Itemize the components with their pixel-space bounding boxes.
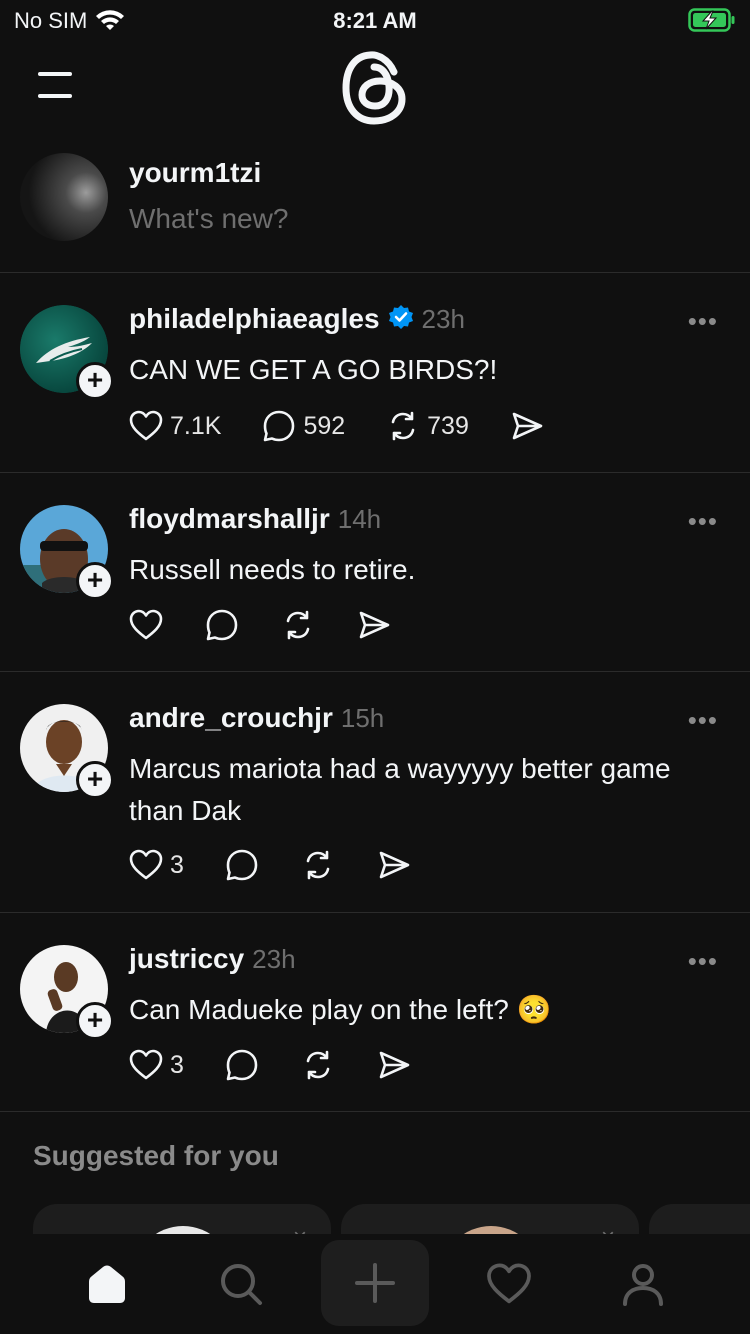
post-time: 23h	[421, 303, 465, 334]
profile-icon	[623, 1264, 663, 1306]
like-button[interactable]: 7.1K	[128, 408, 221, 444]
comment-icon	[264, 410, 295, 442]
more-options-icon[interactable]: •••	[688, 506, 718, 537]
repost-icon	[286, 610, 310, 640]
follow-button[interactable]: +	[76, 1002, 114, 1040]
repost-icon	[391, 411, 415, 441]
share-button[interactable]	[356, 607, 392, 643]
reply-button[interactable]	[224, 1047, 260, 1083]
compose-tab[interactable]	[321, 1240, 429, 1326]
post-author[interactable]: justriccy	[129, 943, 244, 975]
verified-badge-icon	[388, 304, 414, 335]
post-author[interactable]: philadelphiaeagles	[129, 303, 380, 335]
thread-post[interactable]: + philadelphiaeagles 23h ••• CAN WE GET …	[0, 273, 750, 473]
follow-button[interactable]: +	[76, 562, 114, 600]
search-tab[interactable]	[186, 1234, 296, 1334]
heart-icon	[129, 410, 163, 441]
status-time: 8:21 AM	[333, 8, 417, 33]
more-options-icon[interactable]: •••	[688, 306, 718, 337]
like-button[interactable]	[128, 607, 164, 643]
heart-icon	[129, 1049, 163, 1080]
thread-post[interactable]: + andre_crouchjr 15h ••• Marcus mariota …	[0, 672, 750, 913]
repost-button[interactable]	[300, 1047, 336, 1083]
share-button[interactable]	[509, 408, 545, 444]
post-avatar-wrap[interactable]: +	[20, 305, 114, 400]
post-text: CAN WE GET A GO BIRDS?!	[129, 354, 498, 385]
post-meta: justriccy 23h	[129, 943, 296, 975]
post-author[interactable]: andre_crouchjr	[129, 702, 333, 734]
repost-button[interactable]	[300, 847, 336, 883]
repost-button[interactable]	[280, 607, 316, 643]
post-avatar-wrap[interactable]: +	[20, 945, 114, 1040]
more-options-icon[interactable]: •••	[688, 705, 718, 736]
post-text: Marcus mariota had a wayyyyy better game…	[129, 753, 671, 826]
hamburger-icon[interactable]	[34, 68, 78, 102]
post-avatar-wrap[interactable]: +	[20, 505, 114, 600]
heart-icon	[129, 849, 163, 880]
like-button[interactable]: 3	[128, 1047, 184, 1083]
battery-charging-icon	[688, 8, 736, 37]
like-count: 3	[170, 1050, 184, 1079]
repost-icon	[306, 1050, 330, 1080]
follow-button[interactable]: +	[76, 362, 114, 400]
thread-post[interactable]: + floydmarshalljr 14h ••• Russell needs …	[0, 473, 750, 672]
like-count: 7.1K	[170, 411, 222, 440]
avatar[interactable]	[20, 153, 108, 241]
post-text: Can Madueke play on the left? 🥺	[129, 994, 552, 1025]
post-meta: floydmarshalljr 14h	[129, 503, 381, 535]
reply-button[interactable]: 592	[261, 408, 345, 444]
composer-placeholder[interactable]: What's new?	[129, 203, 288, 235]
status-bar: No SIM 8:21 AM	[0, 0, 750, 40]
suggested-title: Suggested for you	[33, 1140, 279, 1171]
comment-icon	[206, 609, 238, 641]
reply-button[interactable]	[224, 847, 260, 883]
send-icon	[359, 611, 390, 639]
repost-button[interactable]: 739	[385, 408, 469, 444]
composer-username: yourm1tzi	[129, 157, 262, 188]
bottom-tab-bar	[0, 1234, 750, 1334]
send-icon	[379, 1051, 410, 1079]
post-time: 23h	[252, 943, 296, 974]
search-icon	[221, 1264, 262, 1305]
post-meta: andre_crouchjr 15h	[129, 702, 384, 734]
like-button[interactable]: 3	[128, 847, 184, 883]
heart-icon	[129, 609, 163, 640]
profile-tab[interactable]	[588, 1234, 698, 1334]
thread-post[interactable]: + justriccy 23h ••• Can Madueke play on …	[0, 913, 750, 1112]
home-icon	[89, 1265, 125, 1303]
home-tab[interactable]	[52, 1234, 162, 1334]
repost-icon	[306, 850, 330, 880]
post-text: Russell needs to retire.	[129, 554, 416, 585]
post-actions: 3	[128, 847, 452, 883]
post-time: 14h	[337, 503, 382, 534]
post-avatar-wrap[interactable]: +	[20, 704, 114, 799]
send-icon	[512, 412, 543, 440]
app-header	[0, 40, 750, 135]
activity-tab[interactable]	[454, 1234, 564, 1334]
repost-count: 739	[427, 411, 469, 440]
post-actions: 7.1K 592 739	[128, 408, 585, 444]
more-options-icon[interactable]: •••	[688, 946, 718, 977]
new-thread-composer[interactable]: yourm1tzi What's new?	[0, 135, 750, 273]
comment-icon	[226, 1049, 258, 1081]
send-icon	[379, 851, 410, 879]
post-actions: 3	[128, 1047, 452, 1083]
threads-logo-icon[interactable]	[340, 50, 410, 126]
share-button[interactable]	[376, 1047, 412, 1083]
post-time: 15h	[340, 702, 385, 733]
like-count: 3	[170, 850, 184, 879]
plus-icon	[355, 1263, 395, 1303]
reply-count: 592	[303, 411, 346, 440]
post-author[interactable]: floydmarshalljr	[129, 503, 330, 535]
heart-icon	[487, 1263, 531, 1304]
follow-button[interactable]: +	[76, 761, 114, 799]
post-actions	[128, 607, 432, 643]
share-button[interactable]	[376, 847, 412, 883]
post-meta: philadelphiaeagles 23h	[129, 303, 465, 335]
comment-icon	[226, 849, 258, 881]
reply-button[interactable]	[204, 607, 240, 643]
